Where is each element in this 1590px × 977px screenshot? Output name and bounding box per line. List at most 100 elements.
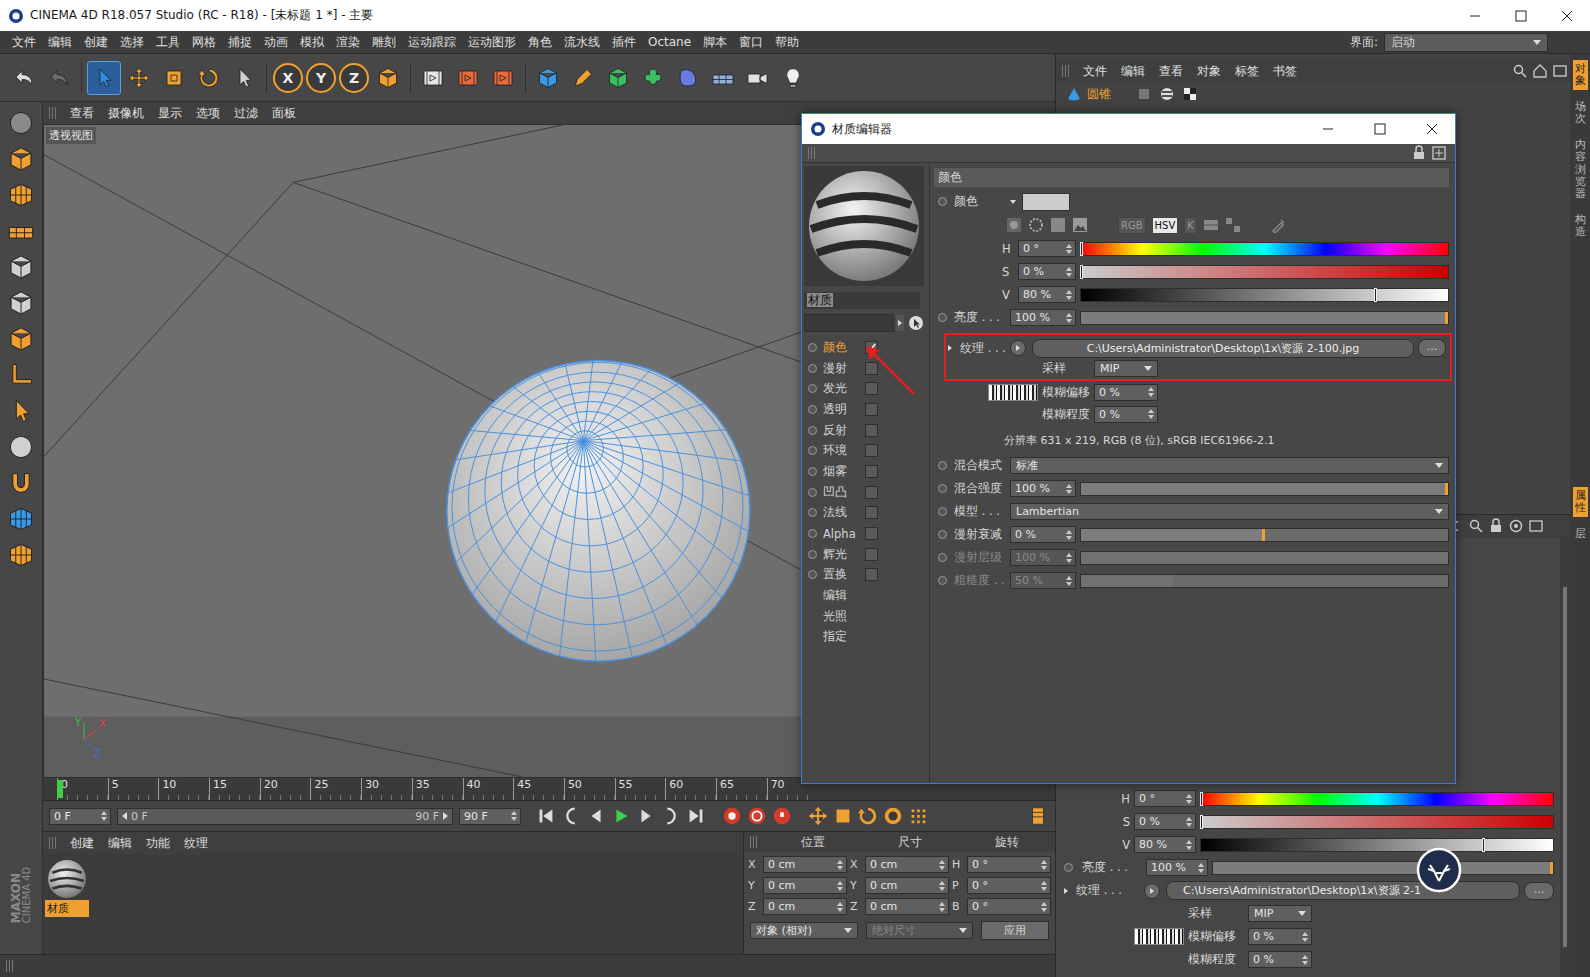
object-menu-item[interactable]: 书签 <box>1266 64 1304 79</box>
channel-item[interactable]: 编辑 <box>808 585 929 606</box>
channel-item[interactable]: 烟雾 <box>808 461 929 482</box>
close-icon[interactable] <box>1409 114 1455 144</box>
new-window-icon[interactable] <box>1528 518 1544 534</box>
material-preview[interactable] <box>804 166 924 286</box>
menu-item[interactable]: 捕捉 <box>222 34 258 51</box>
menu-item[interactable]: 帮助 <box>769 34 805 51</box>
go-to-start-icon[interactable] <box>535 805 557 827</box>
menu-item[interactable]: 运动图形 <box>462 34 522 51</box>
mode-button[interactable] <box>4 178 38 212</box>
blur-field[interactable]: 0 % <box>1248 928 1312 945</box>
menu-item[interactable]: 选择 <box>114 34 150 51</box>
rotation-field[interactable]: 0 ° <box>967 898 1051 915</box>
animate-radio-icon[interactable] <box>938 484 947 493</box>
mode-button[interactable] <box>4 394 38 428</box>
texture-path-field[interactable]: C:\Users\Administrator\Desktop\1x\资源 2-1… <box>1032 339 1414 358</box>
object-menu-item[interactable]: 对象 <box>1190 64 1228 79</box>
rotation-key-icon[interactable] <box>857 805 879 827</box>
object-menu-item[interactable]: 编辑 <box>1114 64 1152 79</box>
go-to-end-icon[interactable] <box>685 805 707 827</box>
swatches-icon[interactable] <box>1203 217 1219 233</box>
size-mode-select[interactable]: 绝对尺寸 <box>866 922 974 939</box>
menu-item[interactable]: 编辑 <box>42 34 78 51</box>
color-mode-button[interactable]: HSV <box>1152 217 1179 234</box>
minimize-icon[interactable] <box>1452 1 1498 31</box>
position-key-icon[interactable] <box>807 805 829 827</box>
mode-button[interactable] <box>4 286 38 320</box>
next-key-icon[interactable] <box>660 805 682 827</box>
tool-button[interactable] <box>43 62 75 94</box>
dropdown-arrow-icon[interactable] <box>896 315 904 331</box>
browse-button[interactable]: ... <box>1524 882 1554 900</box>
channel-checkbox[interactable] <box>865 444 878 457</box>
new-window-icon[interactable] <box>1552 63 1568 79</box>
eyedropper-icon[interactable] <box>1271 217 1287 233</box>
pointer-icon[interactable] <box>908 315 924 331</box>
brightness-slider[interactable] <box>1212 861 1554 875</box>
create-button[interactable] <box>567 62 599 94</box>
channel-item[interactable]: 发光 <box>808 378 929 399</box>
menu-item[interactable]: 动画 <box>258 34 294 51</box>
side-tab[interactable]: 场次 <box>1573 98 1588 128</box>
size-field[interactable]: 0 cm <box>865 877 949 894</box>
material-item[interactable]: 材质 <box>45 858 89 950</box>
side-tab[interactable]: 属性 <box>1573 487 1588 517</box>
coordinate-mode-select[interactable]: 对象 (相对) <box>750 922 858 939</box>
previous-key-icon[interactable] <box>560 805 582 827</box>
sampling-select[interactable]: MIP <box>1094 360 1158 377</box>
color-slider[interactable] <box>1200 815 1554 829</box>
spectrum-icon[interactable] <box>1028 217 1044 233</box>
channel-item[interactable]: 环境 <box>808 440 929 461</box>
size-field[interactable]: 0 cm <box>865 856 949 873</box>
material-menu-item[interactable]: 编辑 <box>101 836 139 851</box>
menu-item[interactable]: 窗口 <box>733 34 769 51</box>
color-wheel-icon[interactable] <box>1006 217 1022 233</box>
lock-icon[interactable] <box>1411 145 1427 161</box>
mode-button[interactable] <box>4 322 38 356</box>
home-icon[interactable] <box>1532 63 1548 79</box>
lock-icon[interactable] <box>1488 518 1504 534</box>
maximize-icon[interactable] <box>1498 1 1544 31</box>
auto-key-icon[interactable] <box>746 805 768 827</box>
parameter-key-icon[interactable] <box>882 805 904 827</box>
maximize-icon[interactable] <box>1357 114 1403 144</box>
viewport-menu-item[interactable]: 面板 <box>265 106 303 121</box>
color-value-field[interactable]: 0 % <box>1134 813 1196 830</box>
channel-item[interactable]: 辉光 <box>808 544 929 565</box>
mode-button[interactable] <box>4 106 38 140</box>
visibility-toggle-icon[interactable] <box>1136 86 1152 102</box>
material-menu-item[interactable]: 功能 <box>139 836 177 851</box>
menu-item[interactable]: 文件 <box>6 34 42 51</box>
animate-radio-icon[interactable] <box>1064 863 1073 872</box>
channel-checkbox[interactable] <box>865 424 878 437</box>
render-button[interactable] <box>417 62 449 94</box>
tool-button[interactable] <box>228 62 260 94</box>
mode-button[interactable] <box>4 430 38 464</box>
channel-item[interactable]: 透明 <box>808 399 929 420</box>
object-menu-item[interactable]: 文件 <box>1076 64 1114 79</box>
menu-item[interactable]: 插件 <box>606 34 642 51</box>
channel-item[interactable]: 指定 <box>808 627 929 648</box>
channel-checkbox[interactable] <box>865 568 878 581</box>
parameter-field[interactable]: 100 % <box>1010 309 1076 326</box>
phong-tag-icon[interactable] <box>1182 86 1198 102</box>
menu-item[interactable]: 工具 <box>150 34 186 51</box>
create-button[interactable] <box>707 62 739 94</box>
animate-radio-icon[interactable] <box>938 576 947 585</box>
mode-button[interactable] <box>4 466 38 500</box>
new-window-icon[interactable] <box>1431 145 1447 161</box>
render-button[interactable] <box>487 62 519 94</box>
channel-checkbox[interactable] <box>865 506 878 519</box>
sphere-object[interactable] <box>401 315 795 706</box>
color-swatch[interactable] <box>1022 193 1070 211</box>
material-name-field[interactable]: 材质 <box>804 292 920 309</box>
viewport-menu-item[interactable]: 显示 <box>151 106 189 121</box>
color-value-field[interactable]: 0 % <box>1018 263 1076 280</box>
tool-button[interactable] <box>88 62 120 94</box>
parameter-slider[interactable] <box>1080 482 1449 496</box>
channel-item[interactable]: 凹凸 <box>808 482 929 503</box>
object-row[interactable]: 圆锥 <box>1056 82 1570 106</box>
rotation-field[interactable]: 0 ° <box>967 856 1051 873</box>
blur-field[interactable]: 0 % <box>1248 951 1312 968</box>
channel-item[interactable]: 光照 <box>808 606 929 627</box>
